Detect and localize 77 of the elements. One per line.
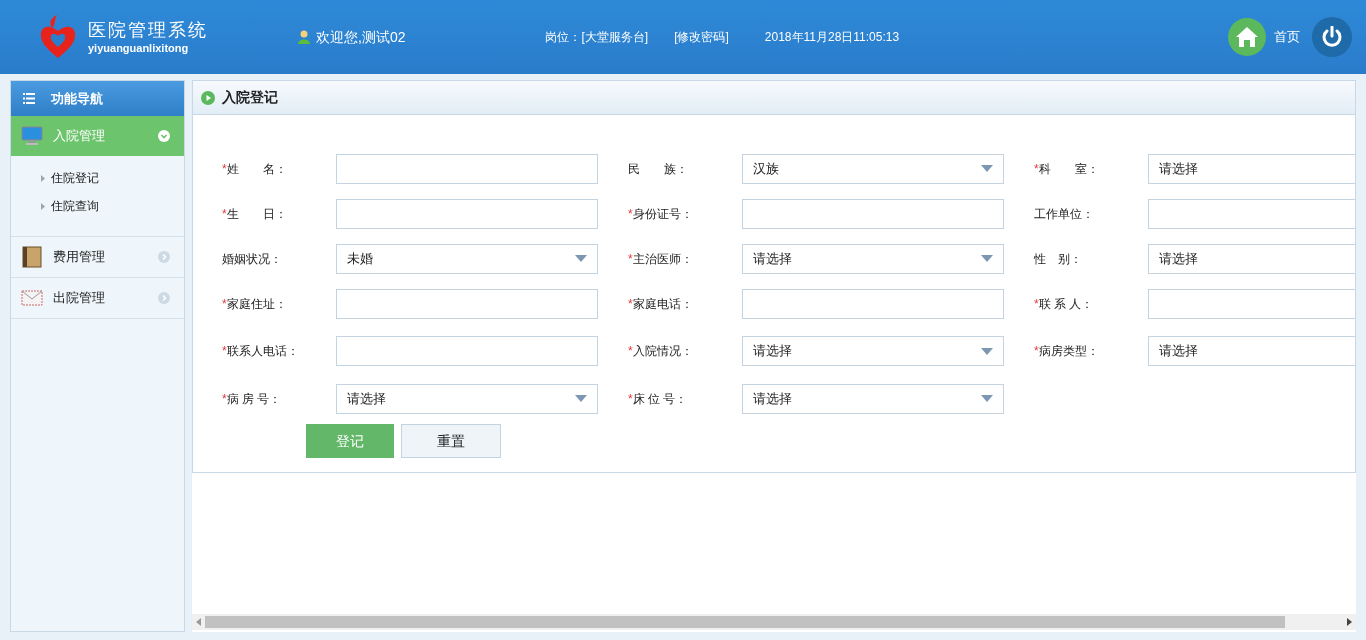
input-field[interactable]: [336, 198, 598, 229]
input-field[interactable]: [1148, 288, 1355, 319]
field-label: 婚姻状况：: [222, 250, 283, 268]
chevron-down-icon: [158, 130, 170, 142]
caret-icon: [981, 347, 993, 355]
nav-group-label: 入院管理: [53, 127, 106, 146]
field-label: *科 室：: [1034, 160, 1100, 178]
input-field[interactable]: [336, 153, 598, 184]
input-field[interactable]: [1148, 198, 1355, 229]
home-button[interactable]: [1228, 18, 1266, 56]
field-label: *联系人电话：: [222, 343, 300, 360]
reset-button[interactable]: 重置: [401, 424, 501, 458]
book-icon: [22, 246, 42, 268]
input-field[interactable]: [742, 198, 1004, 229]
field-label: *病房类型：: [1034, 343, 1100, 360]
field-label: 民 族：: [628, 160, 689, 178]
select-field[interactable]: 请选择: [742, 383, 1004, 414]
post-text: 岗位：[大堂服务台]: [545, 29, 649, 46]
monitor-icon: [21, 126, 43, 146]
caret-icon: [981, 255, 993, 262]
play-circle-icon: [201, 90, 215, 105]
horizontal-scrollbar[interactable]: [192, 614, 1356, 630]
user-icon: [298, 30, 310, 44]
input-field[interactable]: [336, 336, 598, 366]
nav-group-label: 出院管理: [53, 289, 106, 308]
logo-title: 医院管理系统: [88, 20, 208, 39]
logo-subtitle: yiyuanguanlixitong: [88, 42, 190, 54]
triangle-icon: [41, 174, 45, 182]
envelope-icon: [21, 290, 43, 306]
input-field[interactable]: [336, 288, 598, 319]
field-label: *生 日：: [222, 205, 288, 223]
panel-title: 入院登记: [222, 88, 278, 107]
caret-icon: [981, 395, 993, 402]
caret-icon: [981, 165, 993, 172]
field-label: 工作单位：: [1034, 205, 1095, 223]
datetime-text: 2018年11月28日11:05:13: [764, 29, 900, 46]
field-label: *姓 名：: [222, 160, 288, 178]
field-label: *床 位 号：: [628, 390, 689, 408]
home-link[interactable]: 首页: [1274, 27, 1300, 47]
field-label: *身份证号：: [628, 205, 694, 223]
select-field[interactable]: 请选择: [1148, 243, 1355, 274]
field-label: *主治医师：: [628, 250, 694, 268]
scroll-right-icon[interactable]: [1347, 618, 1352, 626]
power-button[interactable]: [1312, 17, 1352, 57]
nav-group-item[interactable]: 费用管理: [11, 237, 184, 277]
change-password-link[interactable]: [修改密码]: [674, 28, 729, 46]
home-icon: [1235, 26, 1259, 48]
heart-flame-logo-icon: [38, 14, 78, 60]
field-label: *家庭电话：: [628, 295, 694, 313]
select-field[interactable]: 未婚: [336, 243, 598, 274]
nav-item[interactable]: 住院查询: [51, 197, 99, 215]
triangle-icon: [41, 202, 45, 210]
list-icon: [23, 93, 35, 104]
nav-item[interactable]: 住院登记: [51, 169, 99, 187]
select-field[interactable]: 请选择: [742, 336, 1004, 366]
nav-group-label: 费用管理: [53, 248, 106, 267]
field-label: *入院情况：: [628, 343, 694, 360]
scroll-left-icon[interactable]: [196, 618, 201, 626]
welcome-text: 欢迎您,测试02: [316, 27, 406, 47]
input-field[interactable]: [742, 288, 1004, 319]
scrollbar-thumb[interactable]: [205, 616, 1285, 628]
chevron-right-icon: [158, 292, 170, 304]
nav-group-item[interactable]: 出院管理: [11, 278, 184, 318]
field-label: *联 系 人：: [1034, 295, 1095, 313]
select-field[interactable]: 请选择: [336, 383, 598, 414]
caret-icon: [575, 255, 587, 262]
sidebar-title: 功能导航: [51, 89, 103, 108]
field-label: *家庭住址：: [222, 295, 288, 313]
chevron-right-icon: [158, 251, 170, 263]
field-label: 性 别：: [1034, 250, 1083, 268]
caret-icon: [575, 395, 587, 402]
select-field[interactable]: 汉族: [742, 153, 1004, 184]
field-label: *病 房 号：: [222, 390, 283, 408]
select-field[interactable]: 请选择: [1148, 336, 1355, 366]
select-field[interactable]: 请选择: [1148, 153, 1355, 184]
power-icon: [1321, 26, 1343, 48]
select-field[interactable]: 请选择: [742, 243, 1004, 274]
